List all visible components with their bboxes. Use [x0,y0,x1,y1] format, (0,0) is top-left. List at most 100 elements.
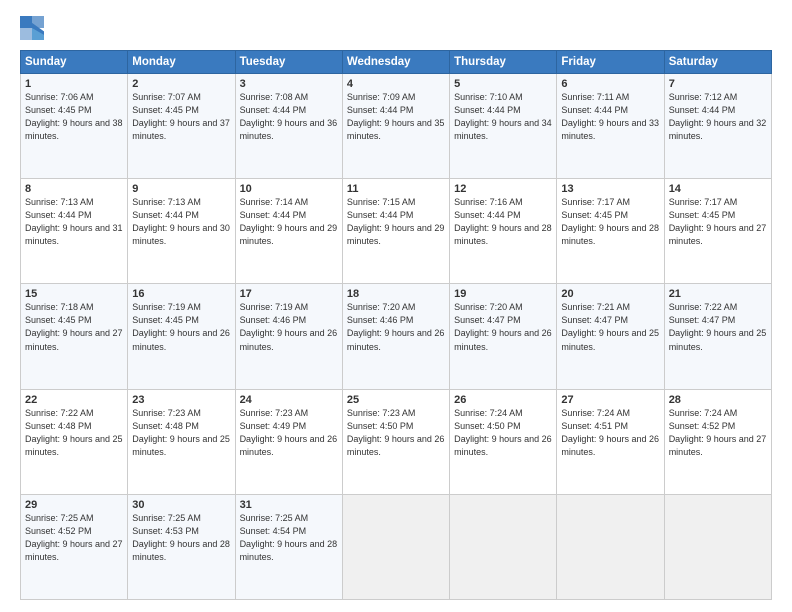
day-cell-13: 13 Sunrise: 7:17 AMSunset: 4:45 PMDaylig… [557,179,664,284]
day-number: 28 [669,394,767,406]
day-cell-12: 12 Sunrise: 7:16 AMSunset: 4:44 PMDaylig… [450,179,557,284]
day-number: 18 [347,288,445,300]
day-cell-1: 1 Sunrise: 7:06 AMSunset: 4:45 PMDayligh… [21,74,128,179]
day-info: Sunrise: 7:09 AMSunset: 4:44 PMDaylight:… [347,92,445,141]
day-info: Sunrise: 7:19 AMSunset: 4:45 PMDaylight:… [132,302,230,351]
day-header-tuesday: Tuesday [235,51,342,74]
day-cell-11: 11 Sunrise: 7:15 AMSunset: 4:44 PMDaylig… [342,179,449,284]
day-header-thursday: Thursday [450,51,557,74]
day-cell-6: 6 Sunrise: 7:11 AMSunset: 4:44 PMDayligh… [557,74,664,179]
day-cell-31: 31 Sunrise: 7:25 AMSunset: 4:54 PMDaylig… [235,494,342,599]
day-cell-9: 9 Sunrise: 7:13 AMSunset: 4:44 PMDayligh… [128,179,235,284]
calendar-table: SundayMondayTuesdayWednesdayThursdayFrid… [20,50,772,600]
day-info: Sunrise: 7:23 AMSunset: 4:50 PMDaylight:… [347,408,445,457]
day-header-monday: Monday [128,51,235,74]
day-cell-26: 26 Sunrise: 7:24 AMSunset: 4:50 PMDaylig… [450,389,557,494]
day-number: 23 [132,394,230,406]
week-row-4: 22 Sunrise: 7:22 AMSunset: 4:48 PMDaylig… [21,389,772,494]
day-cell-22: 22 Sunrise: 7:22 AMSunset: 4:48 PMDaylig… [21,389,128,494]
day-info: Sunrise: 7:20 AMSunset: 4:46 PMDaylight:… [347,302,445,351]
day-number: 12 [454,183,552,195]
empty-cell [450,494,557,599]
day-number: 19 [454,288,552,300]
day-info: Sunrise: 7:22 AMSunset: 4:47 PMDaylight:… [669,302,767,351]
day-number: 20 [561,288,659,300]
day-cell-7: 7 Sunrise: 7:12 AMSunset: 4:44 PMDayligh… [664,74,771,179]
week-row-3: 15 Sunrise: 7:18 AMSunset: 4:45 PMDaylig… [21,284,772,389]
day-number: 1 [25,78,123,90]
day-number: 5 [454,78,552,90]
day-info: Sunrise: 7:22 AMSunset: 4:48 PMDaylight:… [25,408,123,457]
logo [20,16,48,40]
day-cell-15: 15 Sunrise: 7:18 AMSunset: 4:45 PMDaylig… [21,284,128,389]
day-header-sunday: Sunday [21,51,128,74]
day-number: 25 [347,394,445,406]
week-row-5: 29 Sunrise: 7:25 AMSunset: 4:52 PMDaylig… [21,494,772,599]
day-info: Sunrise: 7:24 AMSunset: 4:50 PMDaylight:… [454,408,552,457]
day-cell-28: 28 Sunrise: 7:24 AMSunset: 4:52 PMDaylig… [664,389,771,494]
day-number: 11 [347,183,445,195]
day-info: Sunrise: 7:08 AMSunset: 4:44 PMDaylight:… [240,92,338,141]
day-cell-17: 17 Sunrise: 7:19 AMSunset: 4:46 PMDaylig… [235,284,342,389]
day-cell-19: 19 Sunrise: 7:20 AMSunset: 4:47 PMDaylig… [450,284,557,389]
day-info: Sunrise: 7:24 AMSunset: 4:51 PMDaylight:… [561,408,659,457]
day-header-saturday: Saturday [664,51,771,74]
day-number: 17 [240,288,338,300]
day-cell-20: 20 Sunrise: 7:21 AMSunset: 4:47 PMDaylig… [557,284,664,389]
day-info: Sunrise: 7:16 AMSunset: 4:44 PMDaylight:… [454,197,552,246]
day-number: 6 [561,78,659,90]
day-number: 24 [240,394,338,406]
day-number: 10 [240,183,338,195]
day-info: Sunrise: 7:13 AMSunset: 4:44 PMDaylight:… [132,197,230,246]
calendar-header-row: SundayMondayTuesdayWednesdayThursdayFrid… [21,51,772,74]
day-cell-4: 4 Sunrise: 7:09 AMSunset: 4:44 PMDayligh… [342,74,449,179]
day-cell-23: 23 Sunrise: 7:23 AMSunset: 4:48 PMDaylig… [128,389,235,494]
day-info: Sunrise: 7:13 AMSunset: 4:44 PMDaylight:… [25,197,123,246]
day-number: 8 [25,183,123,195]
day-info: Sunrise: 7:17 AMSunset: 4:45 PMDaylight:… [561,197,659,246]
day-info: Sunrise: 7:23 AMSunset: 4:49 PMDaylight:… [240,408,338,457]
day-info: Sunrise: 7:11 AMSunset: 4:44 PMDaylight:… [561,92,659,141]
day-cell-5: 5 Sunrise: 7:10 AMSunset: 4:44 PMDayligh… [450,74,557,179]
header [20,16,772,40]
day-number: 29 [25,499,123,511]
day-cell-25: 25 Sunrise: 7:23 AMSunset: 4:50 PMDaylig… [342,389,449,494]
day-cell-10: 10 Sunrise: 7:14 AMSunset: 4:44 PMDaylig… [235,179,342,284]
day-number: 15 [25,288,123,300]
day-number: 30 [132,499,230,511]
day-number: 9 [132,183,230,195]
day-info: Sunrise: 7:20 AMSunset: 4:47 PMDaylight:… [454,302,552,351]
day-info: Sunrise: 7:23 AMSunset: 4:48 PMDaylight:… [132,408,230,457]
day-cell-16: 16 Sunrise: 7:19 AMSunset: 4:45 PMDaylig… [128,284,235,389]
day-number: 3 [240,78,338,90]
day-info: Sunrise: 7:17 AMSunset: 4:45 PMDaylight:… [669,197,767,246]
day-cell-24: 24 Sunrise: 7:23 AMSunset: 4:49 PMDaylig… [235,389,342,494]
empty-cell [557,494,664,599]
day-cell-14: 14 Sunrise: 7:17 AMSunset: 4:45 PMDaylig… [664,179,771,284]
day-number: 22 [25,394,123,406]
day-header-wednesday: Wednesday [342,51,449,74]
logo-icon [20,16,44,40]
day-number: 21 [669,288,767,300]
day-cell-2: 2 Sunrise: 7:07 AMSunset: 4:45 PMDayligh… [128,74,235,179]
day-info: Sunrise: 7:10 AMSunset: 4:44 PMDaylight:… [454,92,552,141]
day-number: 13 [561,183,659,195]
day-number: 31 [240,499,338,511]
day-info: Sunrise: 7:24 AMSunset: 4:52 PMDaylight:… [669,408,767,457]
day-cell-30: 30 Sunrise: 7:25 AMSunset: 4:53 PMDaylig… [128,494,235,599]
empty-cell [342,494,449,599]
day-info: Sunrise: 7:25 AMSunset: 4:53 PMDaylight:… [132,513,230,562]
day-info: Sunrise: 7:18 AMSunset: 4:45 PMDaylight:… [25,302,123,351]
day-info: Sunrise: 7:19 AMSunset: 4:46 PMDaylight:… [240,302,338,351]
day-info: Sunrise: 7:06 AMSunset: 4:45 PMDaylight:… [25,92,123,141]
day-info: Sunrise: 7:12 AMSunset: 4:44 PMDaylight:… [669,92,767,141]
day-cell-3: 3 Sunrise: 7:08 AMSunset: 4:44 PMDayligh… [235,74,342,179]
day-header-friday: Friday [557,51,664,74]
day-number: 27 [561,394,659,406]
day-cell-18: 18 Sunrise: 7:20 AMSunset: 4:46 PMDaylig… [342,284,449,389]
day-cell-8: 8 Sunrise: 7:13 AMSunset: 4:44 PMDayligh… [21,179,128,284]
day-number: 16 [132,288,230,300]
day-info: Sunrise: 7:14 AMSunset: 4:44 PMDaylight:… [240,197,338,246]
day-cell-21: 21 Sunrise: 7:22 AMSunset: 4:47 PMDaylig… [664,284,771,389]
day-info: Sunrise: 7:21 AMSunset: 4:47 PMDaylight:… [561,302,659,351]
